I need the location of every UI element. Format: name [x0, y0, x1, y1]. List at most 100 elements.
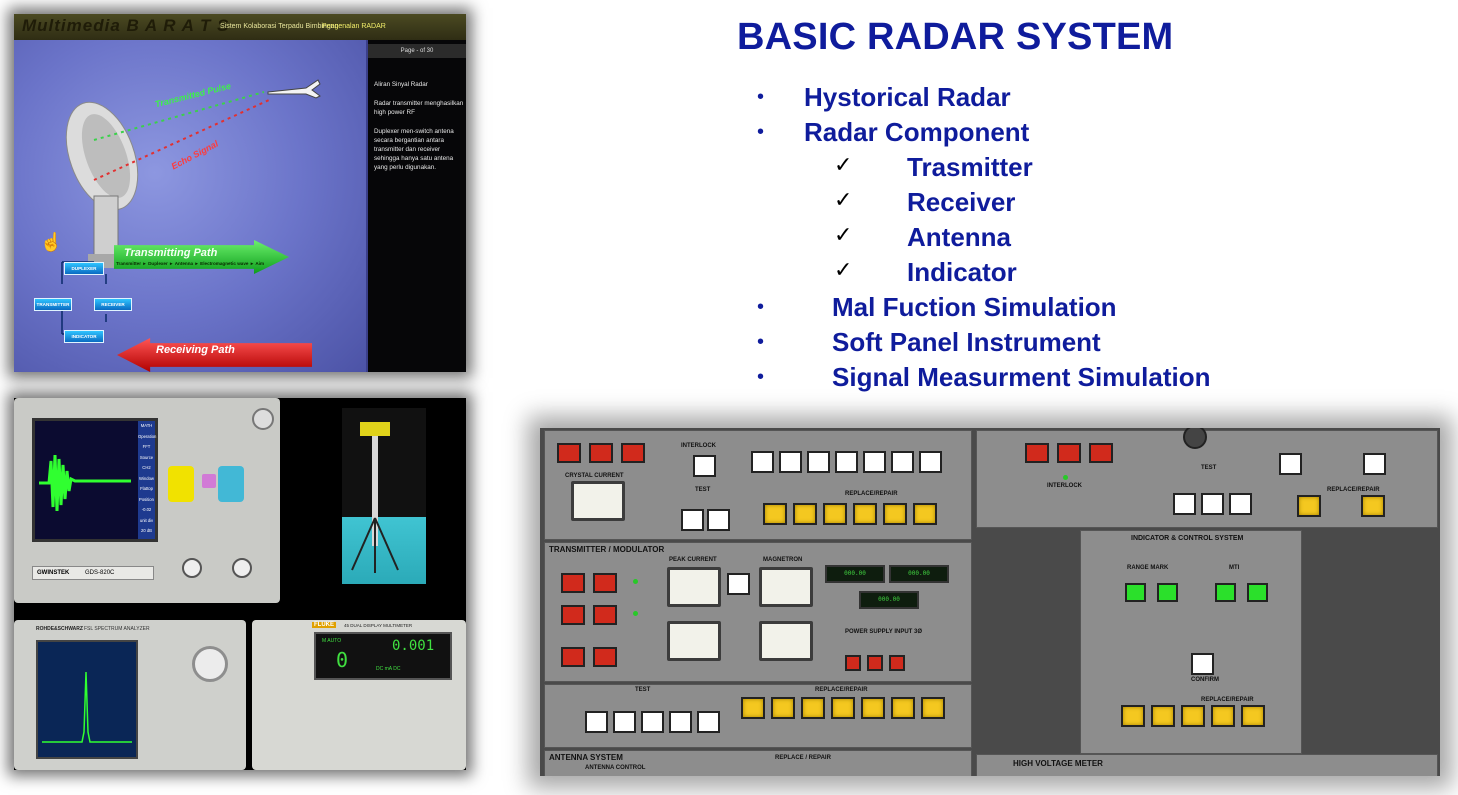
repair-button[interactable] [1241, 705, 1265, 727]
confirm-button[interactable] [1363, 453, 1386, 475]
mti-button[interactable] [1215, 583, 1236, 602]
confirm-button[interactable] [863, 451, 886, 473]
top-left-panel: CRYSTAL CURRENT INTERLOCK TEST REPLACE/R… [544, 430, 972, 540]
confirm-button[interactable] [779, 451, 802, 473]
mti-button[interactable] [1247, 583, 1268, 602]
repair-button[interactable] [1297, 495, 1321, 517]
repair-button[interactable] [853, 503, 877, 525]
test-button[interactable] [585, 711, 608, 733]
range-mark-button[interactable] [1125, 583, 1146, 602]
dmm-model: 45 DUAL DISPLAY MULTIMETER [344, 623, 413, 628]
repair-button[interactable] [831, 697, 855, 719]
spectrum-analyzer: ROHDE&SCHWARZ FSL SPECTRUM ANALYZER [14, 620, 246, 770]
rotary-switch[interactable] [1183, 428, 1207, 449]
oscilloscope-menu[interactable]: MATH Operation FFT Source CH2 Window Flattop Po… [138, 421, 156, 539]
confirm-button[interactable] [1173, 493, 1196, 515]
osc-model: GDS-820C [85, 570, 115, 576]
test-button[interactable] [669, 711, 692, 733]
test-label: TEST [635, 687, 651, 693]
repair-button[interactable] [771, 697, 795, 719]
interlock-button[interactable] [693, 455, 716, 477]
repair-button[interactable] [1151, 705, 1175, 727]
repair-button[interactable] [793, 503, 817, 525]
repair-button[interactable] [1121, 705, 1145, 727]
bullet-mal-fuction-simulation: Mal Fuction Simulation [832, 292, 1117, 322]
repair-button[interactable] [801, 697, 825, 719]
red-fault-button[interactable] [561, 605, 585, 625]
repair-button[interactable] [891, 697, 915, 719]
confirm-button[interactable] [727, 573, 750, 595]
spectrum-trace [42, 671, 132, 743]
ch1-position-knob[interactable] [168, 466, 194, 502]
red-fault-button[interactable] [557, 443, 581, 463]
app-brand: Multimedia B A R A T S [22, 16, 230, 35]
red-fault-button[interactable] [561, 573, 585, 593]
red-fault-button[interactable] [621, 443, 645, 463]
block-receiver[interactable]: RECEIVER [94, 298, 132, 311]
repair-button[interactable] [823, 503, 847, 525]
repair-button[interactable] [763, 503, 787, 525]
antenna-model-icon [351, 422, 399, 573]
test-button[interactable] [613, 711, 636, 733]
slide-title: BASIC RADAR SYSTEM [737, 16, 1174, 58]
top-right-panel: INTERLOCK TEST REPLACE/REPAIR [976, 428, 1438, 528]
red-fault-button[interactable] [561, 647, 585, 667]
confirm-button[interactable] [1279, 453, 1302, 475]
block-indicator[interactable]: INDICATOR [64, 330, 104, 343]
red-fault-button[interactable] [1089, 443, 1113, 463]
ch2-input-jack[interactable] [232, 558, 252, 578]
confirm-button[interactable] [1229, 493, 1252, 515]
hv-meter-label: HIGH VOLTAGE METER [1013, 759, 1103, 768]
repair-button[interactable] [913, 503, 937, 525]
red-fault-button[interactable] [593, 573, 617, 593]
math-button[interactable] [202, 474, 216, 488]
test-label: TEST [1201, 465, 1217, 471]
range-mark-button[interactable] [1157, 583, 1178, 602]
test-button[interactable] [707, 509, 730, 531]
bullet-radar-component: Radar Component [804, 117, 1030, 147]
hand-pointer-icon: ☝ [40, 232, 63, 252]
red-fault-button[interactable] [593, 605, 617, 625]
bullet-antenna: Antenna [907, 222, 1011, 252]
block-duplexer[interactable]: DUPLEXER [64, 262, 104, 275]
repair-button[interactable] [1361, 495, 1385, 517]
repair-button[interactable] [1211, 705, 1235, 727]
lcd-readout: 000.00 [889, 565, 949, 583]
antenna-system-panel: ANTENNA SYSTEM ANTENNA CONTROL REPLACE /… [544, 750, 972, 776]
transmitting-path-label: Transmitting Path [124, 247, 218, 259]
confirm-label: CONFIRM [1191, 677, 1219, 683]
trigger-level-knob[interactable] [252, 408, 274, 430]
confirm-button[interactable] [891, 451, 914, 473]
dmm-units: DC mA DC [376, 666, 401, 672]
side-text: Aliran Sinyal Radar Radar transmitter me… [374, 80, 464, 182]
ch2-position-knob[interactable] [218, 466, 244, 502]
control-panel-screenshot: CRYSTAL CURRENT INTERLOCK TEST REPLACE/R… [540, 428, 1440, 776]
red-fault-button[interactable] [593, 647, 617, 667]
confirm-button[interactable] [1191, 653, 1214, 675]
status-led [1063, 475, 1068, 480]
red-fault-button[interactable] [1057, 443, 1081, 463]
high-voltage-meter-panel: HIGH VOLTAGE METER [976, 754, 1438, 776]
confirm-button[interactable] [919, 451, 942, 473]
repair-button[interactable] [883, 503, 907, 525]
ch1-input-jack[interactable] [182, 558, 202, 578]
repair-button[interactable] [861, 697, 885, 719]
repair-button[interactable] [741, 697, 765, 719]
repair-button[interactable] [1181, 705, 1205, 727]
block-transmitter[interactable]: TRANSMITTER [34, 298, 72, 311]
menu-item-radar[interactable]: Pengenalan RADAR [322, 23, 386, 30]
repair-button[interactable] [921, 697, 945, 719]
red-fault-button[interactable] [1025, 443, 1049, 463]
test-button[interactable] [681, 509, 704, 531]
check-icon: ✓ [834, 257, 853, 282]
red-fault-button[interactable] [589, 443, 613, 463]
confirm-button[interactable] [807, 451, 830, 473]
test-button[interactable] [697, 711, 720, 733]
confirm-button[interactable] [835, 451, 858, 473]
rotary-knob[interactable] [192, 646, 228, 682]
confirm-button[interactable] [751, 451, 774, 473]
instruments-screenshot: MATH Operation FFT Source CH2 Window Flattop Po… [14, 398, 466, 770]
confirm-button[interactable] [1201, 493, 1224, 515]
test-button[interactable] [641, 711, 664, 733]
menu-item-collab[interactable]: Sistem Kolaborasi Terpadu Bimbingan [220, 23, 339, 30]
